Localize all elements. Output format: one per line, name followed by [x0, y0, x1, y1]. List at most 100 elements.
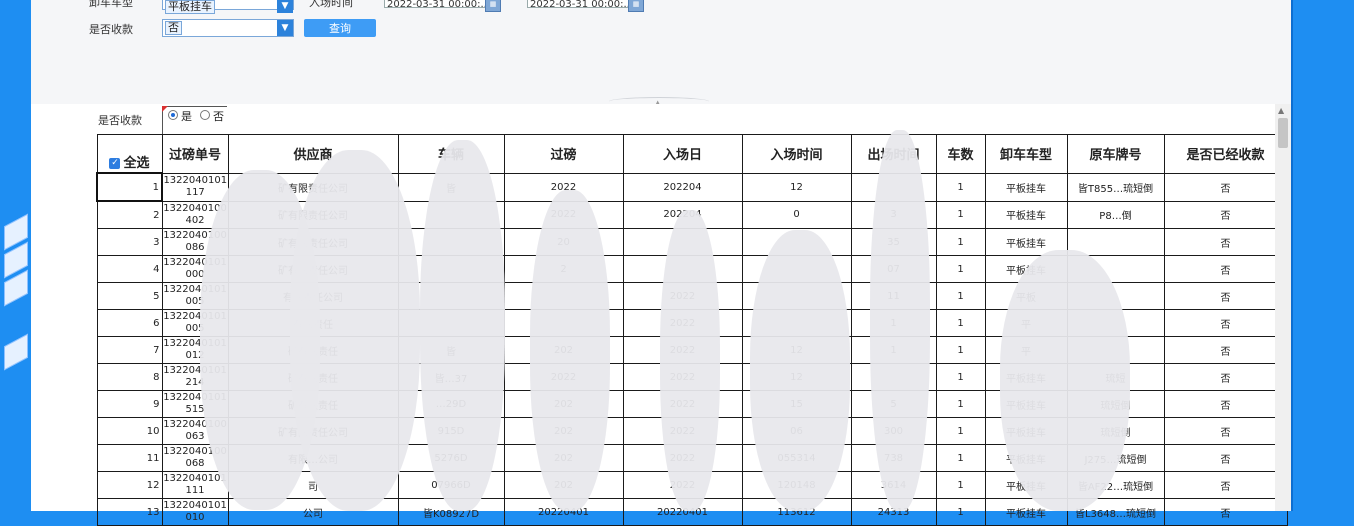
radio-yes[interactable]: [168, 110, 178, 120]
cell-paid[interactable]: 否: [1163, 336, 1288, 364]
cell-plate[interactable]: 皆K08927D: [397, 498, 505, 526]
cell-weigh[interactable]: 202: [503, 417, 624, 445]
cell-out[interactable]: 738: [850, 444, 937, 472]
cell-paid[interactable]: 否: [1163, 498, 1288, 526]
cell-time[interactable]: 12: [741, 172, 852, 202]
column-header[interactable]: 原车牌号: [1066, 134, 1165, 174]
cell-weigh[interactable]: 202: [503, 444, 624, 472]
cell-code[interactable]: 1322040100063: [161, 417, 229, 445]
cell-supplier[interactable]: 司: [227, 471, 399, 499]
cell-orig[interactable]: J275…琉短倒: [1066, 444, 1165, 472]
query-button[interactable]: 查询: [304, 19, 376, 37]
cell-plate[interactable]: [397, 228, 505, 256]
cell-date[interactable]: 2022: [622, 417, 743, 445]
cell-weigh[interactable]: 20220401: [503, 498, 624, 526]
cell-plate[interactable]: 皆: [397, 172, 505, 202]
table-row[interactable]: 2 1322040100402 矿有限责任公司 2022 202204 0 3 1 平板挂车 P8…: [96, 200, 1288, 229]
cell-type[interactable]: 平: [984, 336, 1068, 364]
cell-code[interactable]: 1322040100068: [161, 444, 229, 472]
cell-date[interactable]: 2022: [622, 363, 743, 391]
chevron-down-icon[interactable]: ▼: [277, 20, 293, 36]
cell-supplier[interactable]: 矿有限责任: [227, 363, 399, 391]
cell-out[interactable]: 35: [850, 228, 937, 256]
cell-type[interactable]: 平板挂车: [984, 444, 1068, 472]
cell-cars[interactable]: 1: [935, 172, 986, 202]
cell-plate[interactable]: 皆…37: [397, 363, 505, 391]
cell-orig[interactable]: 皆T855…琉短倒: [1066, 172, 1165, 202]
cell-out[interactable]: 3: [850, 200, 937, 229]
cell-weigh[interactable]: 20: [503, 228, 624, 256]
cell-date[interactable]: 2022: [622, 471, 743, 499]
cell-plate[interactable]: [397, 255, 505, 283]
cell-type[interactable]: 平: [984, 309, 1068, 337]
cell-code[interactable]: 1322040101010: [161, 498, 229, 526]
cell-date[interactable]: 2022: [622, 309, 743, 337]
table-row[interactable]: 6 1322040101005 有限责任 2022 1 1 平否: [96, 309, 1288, 337]
vertical-scrollbar[interactable]: ▲: [1275, 104, 1291, 511]
cell-time[interactable]: [741, 228, 852, 256]
cell-orig[interactable]: 皆L3648…琉短倒: [1066, 498, 1165, 526]
cell-code[interactable]: 1322040101214: [161, 363, 229, 391]
cell-paid[interactable]: 否: [1163, 282, 1288, 310]
cell-code[interactable]: 1322040101117: [161, 172, 229, 202]
cell-date[interactable]: [622, 228, 743, 256]
column-header[interactable]: 是否已经收款: [1163, 134, 1288, 174]
cell-cars[interactable]: 1: [935, 200, 986, 229]
cell-paid[interactable]: 否: [1163, 390, 1288, 418]
payment-status-select[interactable]: 否 ▼: [162, 19, 294, 37]
cell-cars[interactable]: 1: [935, 363, 986, 391]
cell-cars[interactable]: 1: [935, 336, 986, 364]
column-header[interactable]: 入场时间: [741, 134, 852, 174]
cell-type[interactable]: 平板挂车: [984, 363, 1068, 391]
column-header[interactable]: 过磅单号: [161, 134, 229, 174]
cell-weigh[interactable]: 202: [503, 471, 624, 499]
cell-paid[interactable]: 否: [1163, 444, 1288, 472]
table-row[interactable]: 5 1322040101005 有限责任公司 2022 11 1 平板否: [96, 282, 1288, 310]
cell-weigh[interactable]: 202: [503, 390, 624, 418]
cell-cars[interactable]: 1: [935, 417, 986, 445]
entry-time-start[interactable]: 2022-03-31 00:00:.. ▦: [384, 0, 501, 12]
table-row[interactable]: 8 1322040101214 矿有限责任 皆…37 2022 2022 12 1 平板挂车 琉短…: [96, 363, 1288, 391]
cell-time[interactable]: 055314: [741, 444, 852, 472]
cell-time[interactable]: 113612: [741, 498, 852, 526]
cell-time[interactable]: [741, 309, 852, 337]
column-header[interactable]: 卸车车型: [984, 134, 1068, 174]
cell-orig[interactable]: [1066, 309, 1165, 337]
cell-supplier[interactable]: 矿有限责任公司: [227, 417, 399, 445]
cell-orig[interactable]: P8…倒: [1066, 200, 1165, 229]
cell-orig[interactable]: [1066, 282, 1165, 310]
table-row[interactable]: 10 1322040100063 矿有限责任公司 915D 202 2022 06 300 1 平…: [96, 417, 1288, 445]
cell-supplier[interactable]: 公司: [227, 498, 399, 526]
cell-weigh[interactable]: 2022: [503, 200, 624, 229]
table-row[interactable]: 9 1322040101515 矿有限责任 …29D 202 2022 15 5 1 平板挂车 琉短…: [96, 390, 1288, 418]
cell-date[interactable]: 202204: [622, 200, 743, 229]
cell-paid[interactable]: 否: [1163, 363, 1288, 391]
select-all-cell[interactable]: ✓ 全选: [96, 134, 163, 174]
cell-date[interactable]: 20220401: [622, 498, 743, 526]
cell-plate[interactable]: 5276D: [397, 444, 505, 472]
cell-supplier[interactable]: 有限责任: [227, 309, 399, 337]
cell-weigh[interactable]: 2022: [503, 363, 624, 391]
cell-weigh[interactable]: [503, 282, 624, 310]
scroll-up-icon[interactable]: ▲: [1278, 106, 1284, 115]
cell-plate[interactable]: 915D: [397, 417, 505, 445]
cell-time[interactable]: 12: [741, 363, 852, 391]
column-header[interactable]: 车辆: [397, 134, 505, 174]
cell-type[interactable]: 平板: [984, 282, 1068, 310]
cell-plate[interactable]: [397, 200, 505, 229]
table-row[interactable]: 4 1322040101000 矿有限责任公司 2 07 1 平板挂车 否: [96, 255, 1288, 283]
cell-orig[interactable]: 琉短倒: [1066, 390, 1165, 418]
cell-cars[interactable]: 1: [935, 444, 986, 472]
table-row[interactable]: 3 1322040100086 矿有限责任公司 20 35 1 平板挂车 否: [96, 228, 1288, 256]
radio-no[interactable]: [200, 110, 210, 120]
cell-orig[interactable]: [1066, 336, 1165, 364]
cell-out[interactable]: 07: [850, 255, 937, 283]
calendar-icon[interactable]: ▦: [628, 0, 644, 12]
cell-date[interactable]: 2022: [622, 282, 743, 310]
chevron-down-icon[interactable]: ▼: [277, 0, 293, 13]
cell-cars[interactable]: 1: [935, 498, 986, 526]
table-row[interactable]: 7 1322040101012 矿有限责任皆 202 2022 12 1 1 平否: [96, 336, 1288, 364]
calendar-icon[interactable]: ▦: [485, 0, 501, 12]
cell-plate[interactable]: …29D: [397, 390, 505, 418]
cell-time[interactable]: [741, 282, 852, 310]
